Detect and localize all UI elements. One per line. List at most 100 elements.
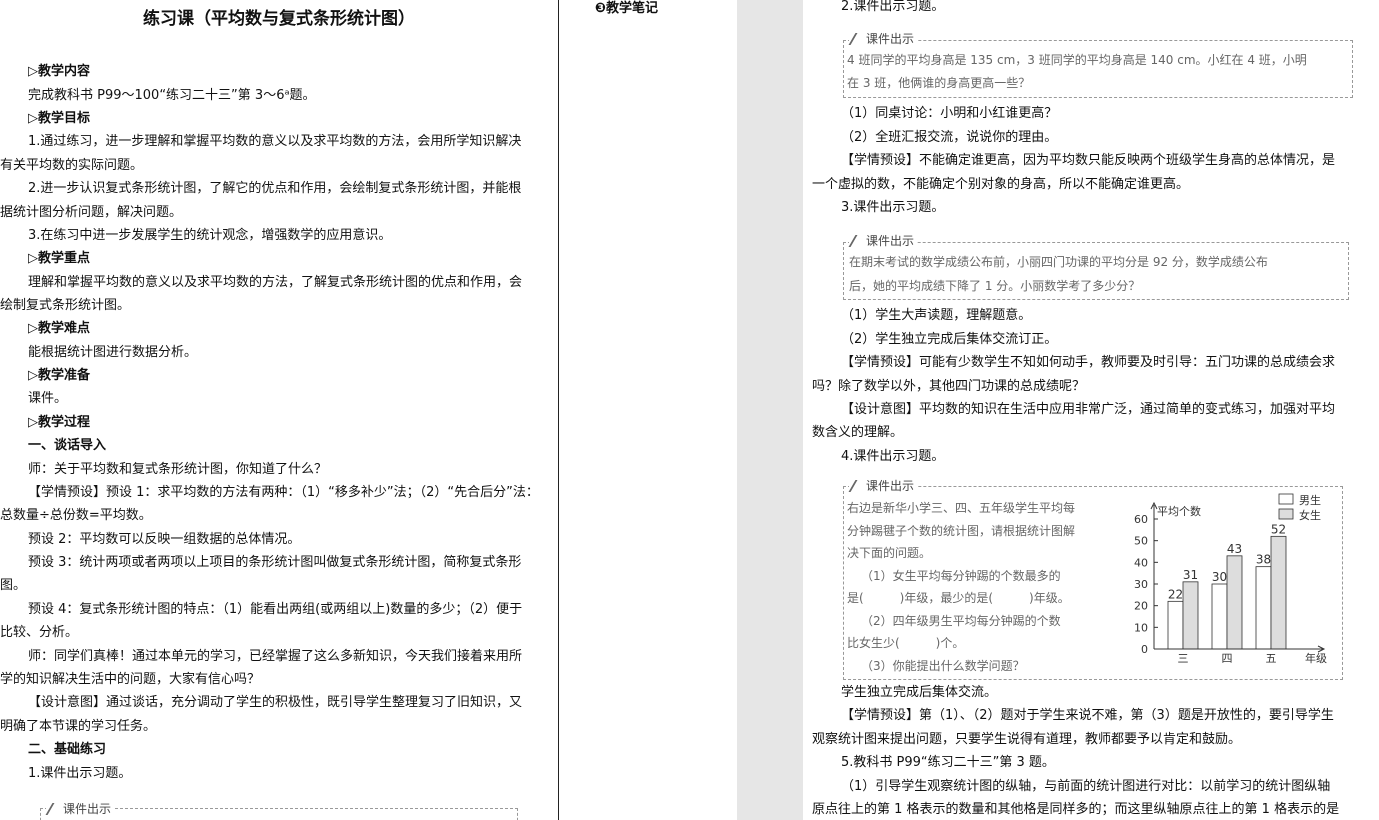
text-line: 5.教科书 P99“练习二十三”第 3 题。 <box>841 755 1055 770</box>
text-line: 【设计意图】通过谈话，充分调动了学生的积极性，既引导学生整理复习了旧知识，又 <box>28 695 523 710</box>
text-line: （2）全班汇报交流，说说你的理由。 <box>841 130 1058 145</box>
section-heading: 一、谈话导入 <box>28 438 107 453</box>
x-tick-label: 五 <box>1266 652 1277 665</box>
left-page: 练习课（平均数与复式条形统计图） ▷教学内容 完成教科书 P99～100“练习二… <box>0 0 558 820</box>
problem-text: 4 班同学的平均身高是 135 cm，3 班同学的平均身高是 140 cm。小红… <box>847 53 1307 67</box>
text-line: 2.课件出示习题。 <box>841 0 945 14</box>
legend-swatch <box>1278 493 1294 505</box>
y-tick-label: 20 <box>1134 600 1148 613</box>
problem-text: 后，她的平均成绩下降了 1 分。小丽数学考了多少分？ <box>849 279 1141 293</box>
y-tick-label: 40 <box>1134 556 1148 569</box>
y-tick-label: 50 <box>1134 535 1148 548</box>
section-heading: ▷教学准备 <box>28 368 90 383</box>
section-heading: ▷教学目标 <box>28 111 90 126</box>
problem-text: （3）你能提出什么数学问题？ <box>861 659 1025 673</box>
y-axis-label: 平均个数 <box>1157 505 1201 518</box>
x-tick-label: 三 <box>1178 652 1189 665</box>
courseware-label: 课件出示 <box>849 477 918 494</box>
text-line: 预设 3：统计两项或者两项以上项目的条形统计图叫做复式条形统计图，简称复式条形 <box>28 555 522 570</box>
text-line: 预设 2：平均数可以反映一组数据的总体情况。 <box>28 532 301 547</box>
text-line: 【学情预设】第（1）、（2）题对于学生来说不难，第（3）题是开放性的，要引导学生 <box>841 708 1334 723</box>
text-line: 总数量÷总份数=平均数。 <box>0 508 152 523</box>
text-line: （1）引导学生观察统计图的纵轴，与前面的统计图进行对比：以前学习的统计图纵轴 <box>841 779 1331 794</box>
text-line: 2.进一步认识复式条形统计图，了解它的优点和作用，会绘制复式条形统计图，并能根 <box>28 181 522 196</box>
data-label: 31 <box>1183 568 1198 582</box>
y-tick-label: 10 <box>1134 621 1148 634</box>
text-line: 【学情预设】不能确定谁更高，因为平均数只能反映两个班级学生身高的总体情况，是 <box>841 153 1336 168</box>
text-line: 1.通过练习，进一步理解和掌握平均数的意义以及求平均数的方法，会用所学知识解决 <box>28 134 522 149</box>
page-gutter <box>737 0 803 820</box>
text-line: 3.在练习中进一步发展学生的统计观念，增强数学的应用意识。 <box>28 228 392 243</box>
bar <box>1270 535 1287 650</box>
text-line: 完成教科书 P99～100“练习二十三”第 3～6ᵃ题。 <box>28 88 316 103</box>
text-line: 【学情预设】可能有少数学生不知如何动手，教师要及时引导：五门功课的总成绩会求 <box>841 355 1336 370</box>
problem-text: 右边是新华小学三、四、五年级学生平均每 <box>847 501 1076 515</box>
text-line: 理解和掌握平均数的意义以及求平均数的方法，了解复式条形统计图的优点和作用，会 <box>28 275 523 290</box>
data-label: 38 <box>1256 553 1271 567</box>
section-heading: 二、基础练习 <box>28 742 107 757</box>
courseware-label: 课件出示 <box>849 30 918 47</box>
page-title: 练习课（平均数与复式条形统计图） <box>143 9 415 29</box>
text-line: 1.课件出示习题。 <box>28 766 132 781</box>
text-line: 绘制复式条形统计图。 <box>0 298 131 313</box>
text-line: 学生独立完成后集体交流。 <box>841 685 998 700</box>
section-heading: ▷教学内容 <box>28 64 90 79</box>
y-tick-label: 60 <box>1134 513 1148 526</box>
data-label: 22 <box>1168 587 1183 601</box>
data-label: 52 <box>1271 522 1286 536</box>
text-line: 预设 4：复式条形统计图的特点：（1）能看出两组(或两组以上)数量的多少；（2）… <box>28 602 523 617</box>
problem-text: 是( )年级，最少的是( )年级。 <box>847 591 1070 605</box>
text-line: 原点往上的第 1 格表示的数量和其他格是同样多的；而这里纵轴原点往上的第 1 格… <box>812 802 1340 817</box>
legend-label: 女生 <box>1299 508 1321 522</box>
x-axis-label: 年级 <box>1305 651 1327 665</box>
text-line: 3.课件出示习题。 <box>841 200 945 215</box>
text-line: 一个虚拟的数，不能确定个别对象的身高，所以不能确定谁更高。 <box>812 177 1190 192</box>
text-line: 师：关于平均数和复式条形统计图，你知道了什么？ <box>28 462 328 477</box>
text-line: 观察统计图来提出问题，只要学生说得有道理，教师都要予以肯定和鼓励。 <box>812 732 1242 747</box>
notes-column: ❸教学笔记 <box>559 0 737 820</box>
text-line: 图。 <box>0 578 27 593</box>
problem-text: 在期末考试的数学成绩公布前，小丽四门功课的平均分是 92 分，数学成绩公布 <box>849 255 1268 269</box>
text-line: 能根据统计图进行数据分析。 <box>28 345 198 360</box>
x-tick-label: 四 <box>1222 652 1233 665</box>
bar <box>1226 555 1243 650</box>
courseware-label: 课件出示 <box>46 800 115 817</box>
right-page: 2.课件出示习题。 课件出示 4 班同学的平均身高是 135 cm，3 班同学的… <box>803 0 1379 820</box>
text-line: 比较、分析。 <box>0 625 79 640</box>
section-heading: ▷教学重点 <box>28 251 90 266</box>
legend-label: 男生 <box>1299 493 1321 507</box>
bar <box>1167 600 1184 650</box>
text-line: 有关平均数的实际问题。 <box>0 158 144 173</box>
text-line: 【设计意图】平均数的知识在生活中应用非常广泛，通过简单的变式练习，加强对平均 <box>841 402 1336 417</box>
text-line: 数含义的理解。 <box>812 425 904 440</box>
text-line: 4.课件出示习题。 <box>841 449 945 464</box>
section-heading: ▷教学难点 <box>28 321 90 336</box>
text-line: （1）同桌讨论：小明和小红谁更高？ <box>841 106 1058 121</box>
bar-chart: 0102030405060平均个数年级2231三3043四3852五男生女生 <box>1134 493 1327 665</box>
bar <box>1211 583 1228 650</box>
bar <box>1255 566 1272 650</box>
text-line: 据统计图分析问题，解决问题。 <box>0 205 183 220</box>
text-line: 明确了本节课的学习任务。 <box>0 719 157 734</box>
y-tick-label: 30 <box>1134 578 1148 591</box>
problem-text: 分钟踢毽子个数的统计图，请根据统计图解 <box>847 524 1076 538</box>
problem-text: 比女生少( )个。 <box>847 636 965 650</box>
text-line: 师：同学们真棒！通过本单元的学习，已经掌握了这么多新知识，今天我们接着来用所 <box>28 649 523 664</box>
data-label: 30 <box>1212 570 1227 584</box>
bar <box>1182 581 1199 650</box>
data-label: 43 <box>1227 542 1242 556</box>
text-line: 吗？除了数学以外，其他四门功课的总成绩呢？ <box>812 379 1086 394</box>
text-line: （1）学生大声读题，理解题意。 <box>841 308 1032 323</box>
legend-swatch <box>1278 508 1294 520</box>
section-heading: ▷教学过程 <box>28 415 90 430</box>
problem-text: 在 3 班，他俩谁的身高更高一些？ <box>847 76 1031 90</box>
text-line: 【学情预设】预设 1：求平均数的方法有两种：（1）“移多补少”法；（2）“先合后… <box>28 485 539 500</box>
notes-title: ❸教学笔记 <box>595 1 659 16</box>
text-line: 课件。 <box>28 391 68 406</box>
text-line: 学的知识解决生活中的问题，大家有信心吗？ <box>0 672 261 687</box>
problem-text: （2）四年级男生平均每分钟踢的个数 <box>861 614 1061 628</box>
y-tick-label: 0 <box>1141 643 1148 656</box>
text-line: （2）学生独立完成后集体交流订正。 <box>841 332 1058 347</box>
problem-text: 决下面的问题。 <box>847 546 932 560</box>
problem-text: （1）女生平均每分钟踢的个数最多的 <box>861 569 1061 583</box>
